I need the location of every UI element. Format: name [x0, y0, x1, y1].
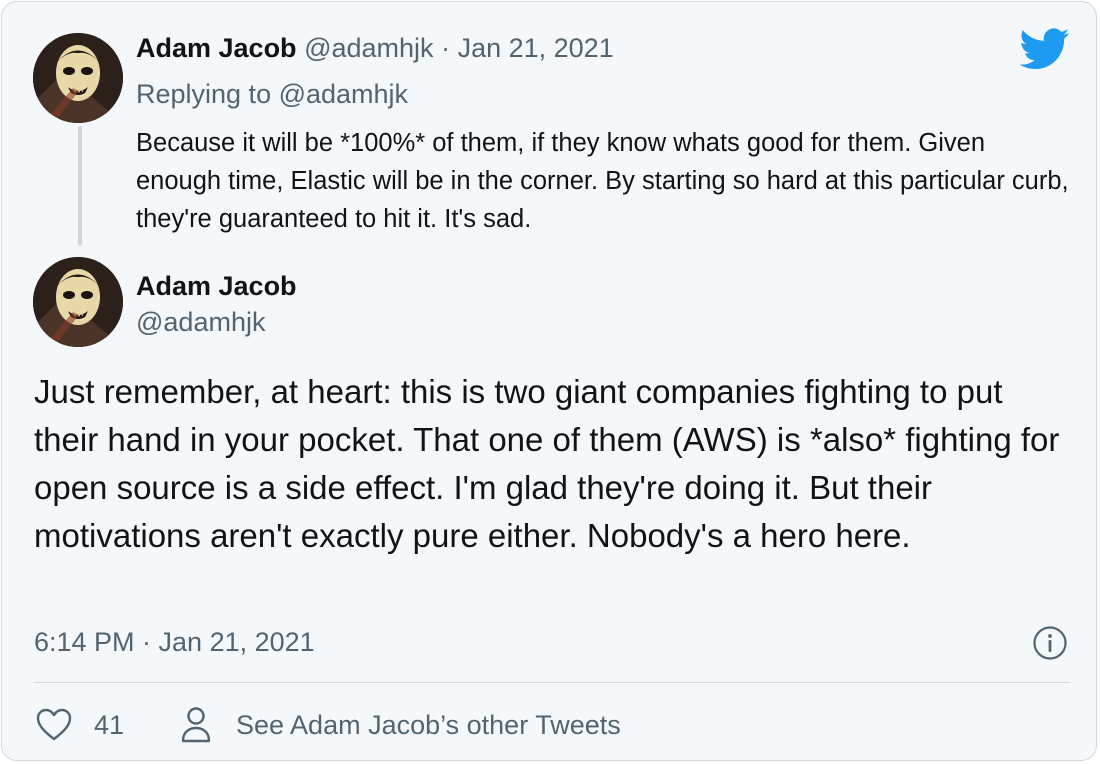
person-icon[interactable] — [180, 706, 212, 744]
main-author-avatar[interactable] — [33, 257, 123, 347]
main-author-name[interactable]: Adam Jacob — [136, 268, 297, 304]
thread-connector-line — [78, 126, 82, 246]
reply-author-line: Adam Jacob @adamhjk · Jan 21, 2021 — [136, 30, 614, 66]
twitter-bird-icon[interactable] — [1020, 28, 1070, 70]
reply-author-handle[interactable]: @adamhjk — [304, 33, 433, 63]
reply-author-name[interactable]: Adam Jacob — [136, 33, 297, 63]
info-icon[interactable] — [1032, 625, 1068, 661]
replying-to-label[interactable]: Replying to @adamhjk — [136, 76, 408, 112]
reply-date[interactable]: Jan 21, 2021 — [458, 33, 614, 63]
main-author-handle[interactable]: @adamhjk — [136, 304, 265, 340]
see-other-tweets-link[interactable]: See Adam Jacob’s other Tweets — [236, 707, 621, 743]
separator-dot: · — [441, 33, 451, 63]
tweet-timestamp[interactable]: 6:14 PM · Jan 21, 2021 — [34, 624, 315, 660]
heart-icon[interactable] — [36, 708, 72, 742]
reply-author-avatar[interactable] — [33, 33, 123, 123]
tweet-embed-card: Adam Jacob @adamhjk · Jan 21, 2021 Reply… — [1, 1, 1097, 761]
action-bar-divider — [34, 682, 1070, 683]
like-count[interactable]: 41 — [94, 707, 124, 743]
main-tweet-text: Just remember, at heart: this is two gia… — [34, 373, 1060, 554]
reply-tweet-text: Because it will be *100%* of them, if th… — [136, 129, 1069, 233]
